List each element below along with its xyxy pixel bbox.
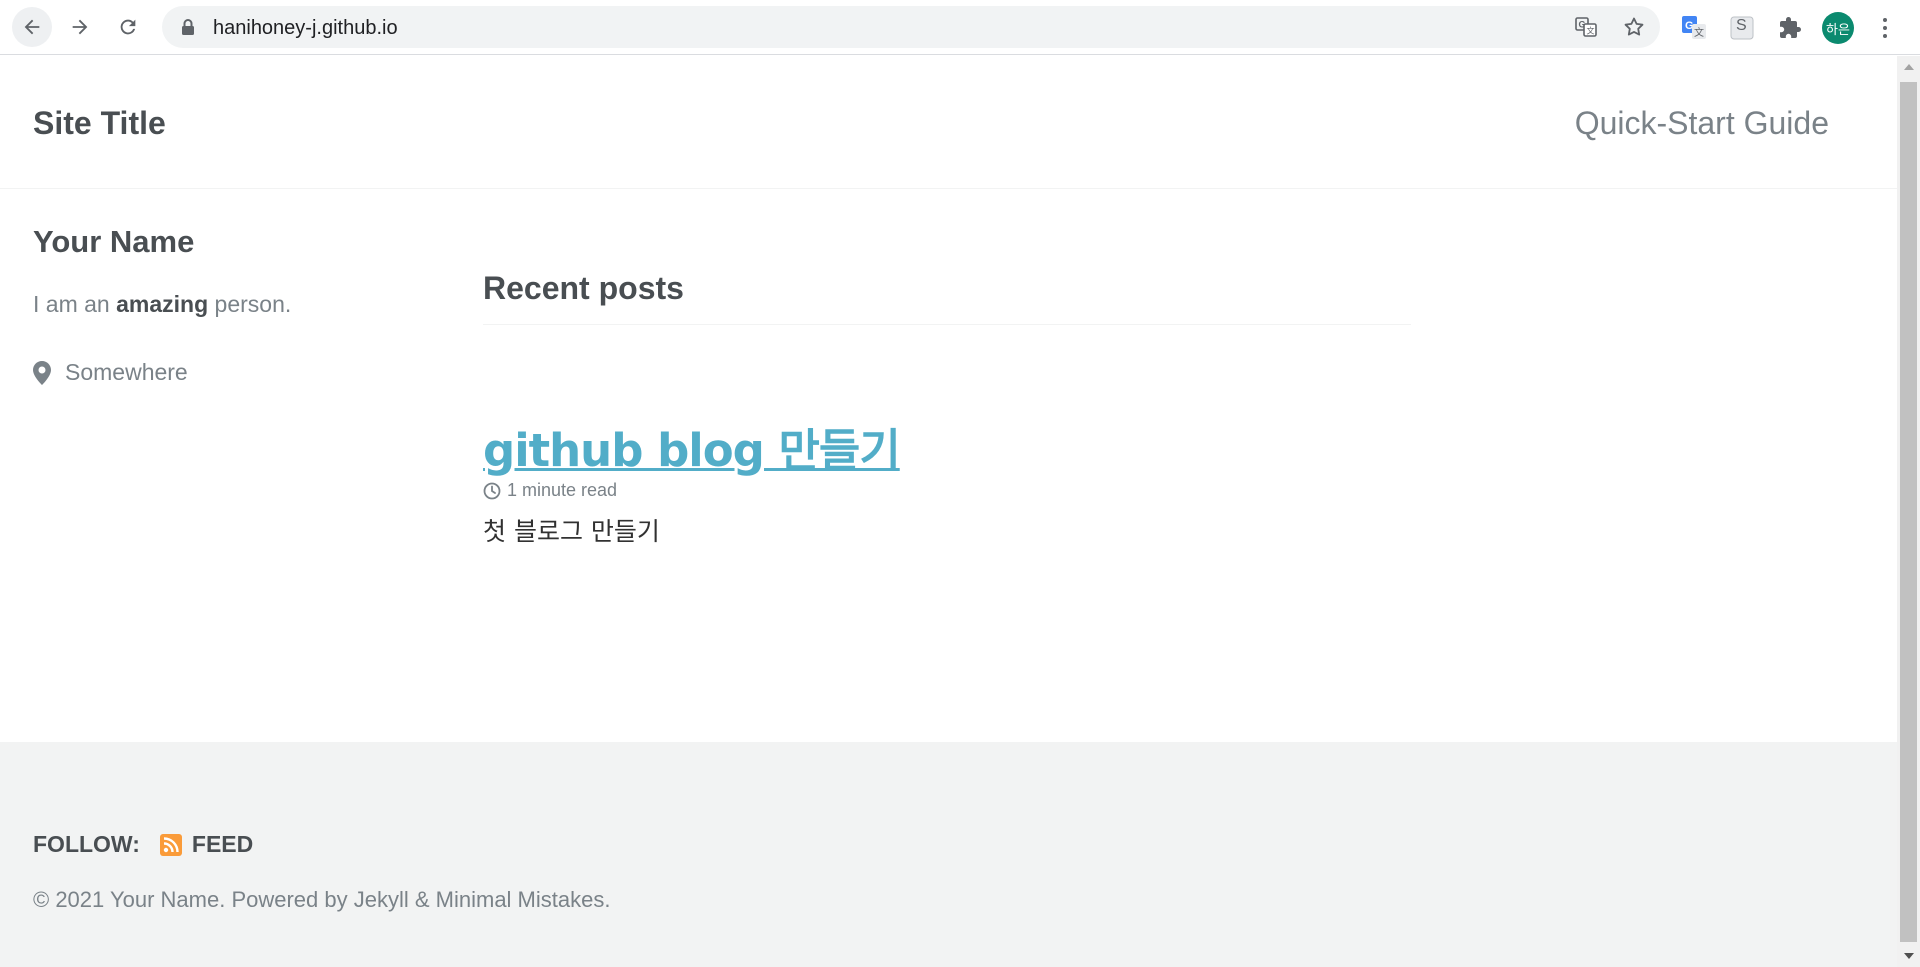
post-meta: 1 minute read — [483, 480, 617, 501]
read-time: 1 minute read — [507, 480, 618, 500]
s-extension-letter: S — [1736, 17, 1747, 34]
rss-icon — [159, 833, 182, 856]
page-footer: FOLLOW: FEED © 2021 Your Name. Powered b… — [0, 742, 1897, 967]
author-bio: I am an amazing person. — [33, 291, 291, 318]
copyright-text: © 2021 Your Name. Powered by Jekyll & Mi… — [33, 887, 611, 912]
forward-icon — [72, 19, 88, 35]
feed-label: FEED — [191, 831, 254, 857]
menu-icon[interactable] — [1874, 13, 1896, 43]
masthead: Site Title Quick-Start Guide — [0, 56, 1897, 189]
page-viewport: Site Title Quick-Start Guide Your Name I… — [0, 56, 1897, 967]
s-extension[interactable]: S — [1727, 13, 1757, 43]
author-bio-suffix: person. — [208, 291, 292, 317]
back-button[interactable] — [12, 7, 52, 47]
forward-button[interactable] — [60, 7, 100, 47]
browser-toolbar: hanihoney-j.github.io G文 G文 S 하은 — [0, 0, 1920, 55]
scroll-up-arrow-icon[interactable] — [1904, 64, 1914, 70]
site-title[interactable]: Site Title — [33, 105, 166, 142]
follow-label: FOLLOW: — [33, 831, 140, 857]
post-excerpt: 첫 블로그 만들기 — [483, 517, 660, 546]
feed-link[interactable]: FEED — [159, 831, 254, 858]
svg-text:文: 文 — [1587, 26, 1595, 36]
lock-icon — [182, 19, 194, 35]
scroll-thumb[interactable] — [1900, 82, 1917, 942]
scroll-down-arrow-icon[interactable] — [1904, 953, 1914, 959]
nav-link-quick-start[interactable]: Quick-Start Guide — [1575, 105, 1829, 142]
address-bar[interactable]: hanihoney-j.github.io G文 — [162, 6, 1660, 48]
author-location: Somewhere — [33, 359, 188, 386]
svg-text:文: 文 — [1694, 26, 1704, 39]
follow-row: FOLLOW: FEED — [33, 831, 253, 858]
star-icon[interactable] — [1622, 15, 1646, 39]
post-title-link[interactable]: github blog 만들기 — [483, 414, 901, 479]
back-icon — [24, 19, 40, 35]
reload-icon — [120, 19, 136, 35]
google-translate-extension[interactable]: G文 — [1679, 13, 1709, 43]
reload-button[interactable] — [108, 7, 148, 47]
author-location-text: Somewhere — [65, 359, 188, 385]
extensions-icon — [1780, 17, 1801, 38]
clock-icon — [483, 482, 501, 499]
extensions-button[interactable] — [1775, 13, 1805, 43]
author-name: Your Name — [33, 224, 195, 259]
recent-posts-heading: Recent posts — [483, 270, 684, 306]
author-bio-bold: amazing — [116, 291, 209, 317]
vertical-scrollbar[interactable] — [1897, 56, 1920, 967]
google-translate-icon: G文 — [1682, 16, 1706, 39]
translate-icon[interactable]: G文 — [1574, 15, 1598, 39]
map-marker-icon — [33, 360, 51, 385]
divider — [483, 324, 1411, 325]
author-bio-prefix: I am an — [33, 291, 117, 317]
url-text: hanihoney-j.github.io — [213, 17, 398, 39]
profile-avatar[interactable]: 하은 — [1822, 12, 1854, 44]
